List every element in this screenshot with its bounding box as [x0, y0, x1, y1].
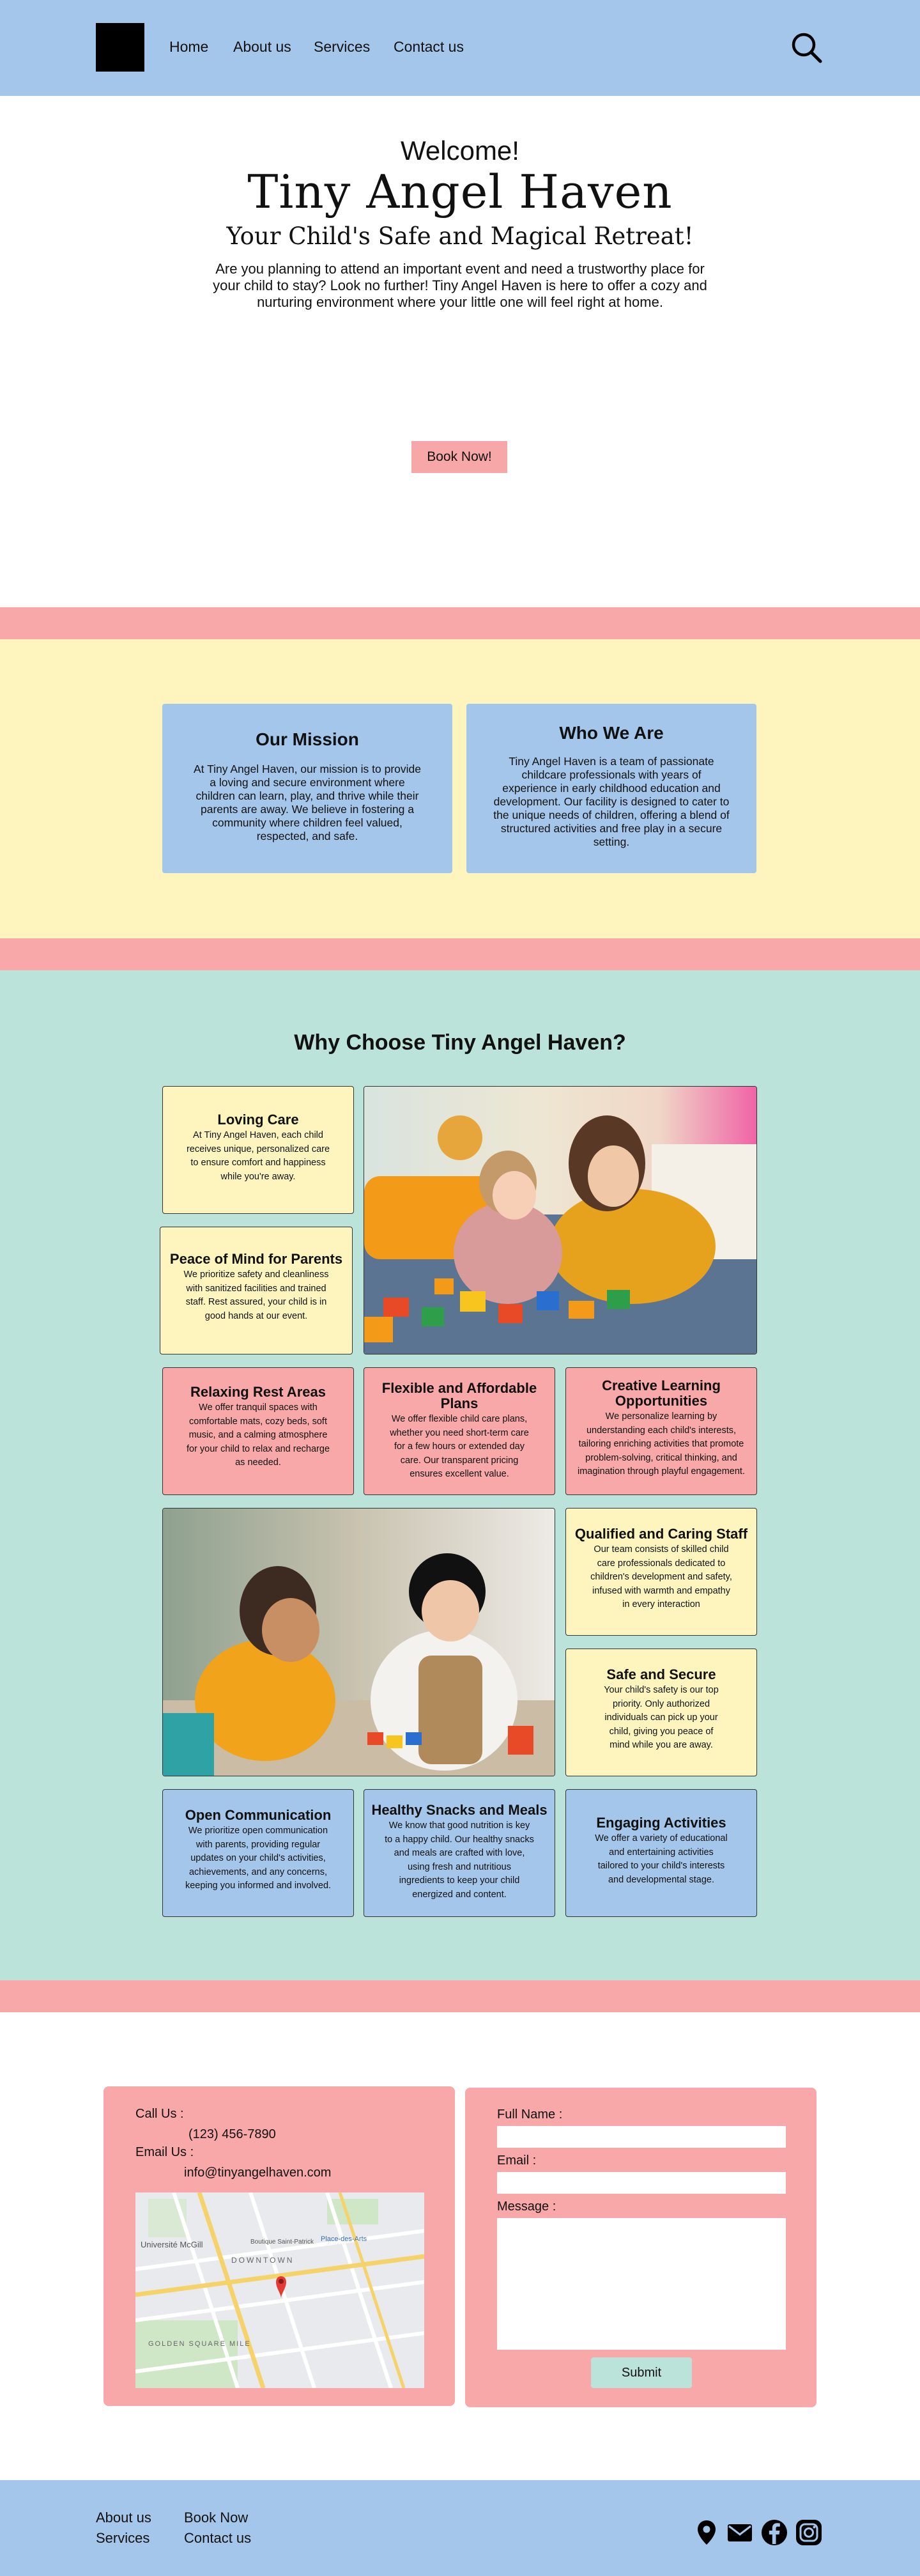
photo-toddlers-playing — [162, 1508, 555, 1776]
location-map[interactable]: Université McGill DOWNTOWN GOLDEN SQUARE… — [135, 2192, 424, 2388]
nav-contact-us[interactable]: Contact us — [394, 38, 464, 56]
feature-title: Peace of Mind for Parents — [169, 1251, 343, 1267]
feature-text: We offer flexible child care plans, whet… — [390, 1414, 529, 1479]
submit-button[interactable]: Submit — [591, 2357, 692, 2388]
call-us-label: Call Us : — [135, 2107, 184, 2121]
feature-title: Relaxing Rest Areas — [190, 1384, 326, 1400]
feature-title: Open Communication — [185, 1807, 332, 1823]
mission-card: Our Mission At Tiny Angel Haven, our mis… — [162, 704, 452, 873]
feature-title: Qualified and Caring Staff — [574, 1526, 748, 1542]
feature-card-peace-of-mind: Peace of Mind for Parents We prioritize … — [160, 1227, 353, 1354]
feature-text: We personalize learning by understanding… — [578, 1411, 745, 1477]
hero-subtitle: Your Child's Safe and Magical Retreat! — [226, 222, 694, 250]
feature-title: Flexible and Affordable Plans — [381, 1380, 537, 1411]
feature-title: Loving Care — [217, 1112, 299, 1128]
nav-services[interactable]: Services — [314, 38, 370, 56]
hero-description: Are you planning to attend an important … — [213, 261, 707, 310]
who-we-are-title: Who We Are — [559, 723, 664, 743]
feature-title: Creative Learning Opportunities — [602, 1377, 721, 1409]
book-now-button[interactable]: Book Now! — [411, 441, 507, 473]
email-us-label: Email Us : — [135, 2145, 194, 2159]
feature-title: Engaging Activities — [596, 1815, 726, 1831]
footer-services[interactable]: Services — [96, 2530, 150, 2547]
mission-title: Our Mission — [256, 729, 359, 749]
feature-card-engaging-activities: Engaging Activities We offer a variety o… — [565, 1789, 757, 1917]
hero-title: Tiny Angel Haven — [247, 165, 673, 219]
email-label: Email : — [497, 2153, 537, 2168]
message-label: Message : — [497, 2200, 556, 2214]
feature-text: Our team consists of skilled child care … — [590, 1544, 732, 1610]
hero-welcome: Welcome! — [401, 136, 519, 166]
footer-contact-us[interactable]: Contact us — [184, 2530, 251, 2547]
photo-mother-child-playing — [364, 1086, 757, 1354]
divider-band — [0, 607, 920, 639]
footer-about-us[interactable]: About us — [96, 2510, 151, 2526]
feature-card-healthy-snacks: Healthy Snacks and Meals We know that go… — [364, 1789, 555, 1917]
who-we-are-card: Who We Are Tiny Angel Haven is a team of… — [466, 704, 756, 873]
mail-icon[interactable] — [726, 2518, 754, 2547]
feature-text: At Tiny Angel Haven, each child receives… — [186, 1130, 330, 1182]
feature-text: We know that good nutrition is key to a … — [385, 1820, 534, 1900]
feature-text: We offer a variety of educational and en… — [595, 1833, 728, 1885]
feature-card-safe-and-secure: Safe and Secure Your child's safety is o… — [565, 1649, 757, 1776]
why-choose-title: Why Choose Tiny Angel Haven? — [294, 1030, 626, 1055]
feature-text: We offer tranquil spaces with comfortabl… — [186, 1402, 330, 1468]
feature-text: We prioritize safety and cleanliness wit… — [183, 1269, 329, 1321]
feature-card-creative-learning: Creative Learning Opportunities We perso… — [565, 1367, 757, 1495]
full-name-label: Full Name : — [497, 2107, 563, 2122]
divider-band — [0, 938, 920, 970]
nav-about-us[interactable]: About us — [233, 38, 291, 56]
nav-home[interactable]: Home — [169, 38, 208, 56]
photo-image — [163, 1509, 555, 1776]
logo[interactable] — [96, 23, 144, 72]
feature-card-loving-care: Loving Care At Tiny Angel Haven, each ch… — [162, 1086, 354, 1214]
feature-title: Healthy Snacks and Meals — [371, 1802, 548, 1818]
footer-book-now[interactable]: Book Now — [184, 2510, 248, 2526]
message-textarea[interactable] — [497, 2218, 786, 2350]
feature-title: Safe and Secure — [606, 1666, 716, 1682]
map-label: GOLDEN SQUARE MILE — [148, 2340, 251, 2348]
divider-band — [0, 1980, 920, 2012]
map-label: Place-des-Arts — [321, 2235, 367, 2243]
email-address[interactable]: info@tinyangelhaven.com — [184, 2166, 331, 2180]
instagram-icon[interactable] — [795, 2518, 823, 2547]
feature-card-relaxing-rest-areas: Relaxing Rest Areas We offer tranquil sp… — [162, 1367, 354, 1495]
map-label: Université McGill — [141, 2240, 203, 2249]
feature-card-flexible-plans: Flexible and Affordable Plans We offer f… — [364, 1367, 555, 1495]
location-pin-icon[interactable] — [693, 2518, 721, 2547]
feature-text: Your child's safety is our top priority.… — [604, 1685, 719, 1750]
mission-text: At Tiny Angel Haven, our mission is to p… — [193, 763, 421, 842]
feature-card-qualified-staff: Qualified and Caring Staff Our team cons… — [565, 1508, 757, 1636]
feature-card-open-communication: Open Communication We prioritize open co… — [162, 1789, 354, 1917]
feature-text: We prioritize open communication with pa… — [185, 1826, 332, 1891]
about-section — [0, 639, 920, 938]
full-name-input[interactable] — [497, 2126, 786, 2148]
map-label: Boutique Saint-Patrick — [250, 2238, 314, 2246]
facebook-icon[interactable] — [760, 2518, 788, 2547]
who-we-are-text: Tiny Angel Haven is a team of passionate… — [493, 755, 730, 848]
email-input[interactable] — [497, 2172, 786, 2194]
photo-image — [364, 1087, 756, 1354]
map-image: Université McGill DOWNTOWN GOLDEN SQUARE… — [135, 2192, 424, 2388]
phone-number[interactable]: (123) 456-7890 — [188, 2127, 276, 2142]
search-icon[interactable] — [790, 31, 824, 65]
map-label: DOWNTOWN — [231, 2256, 294, 2265]
